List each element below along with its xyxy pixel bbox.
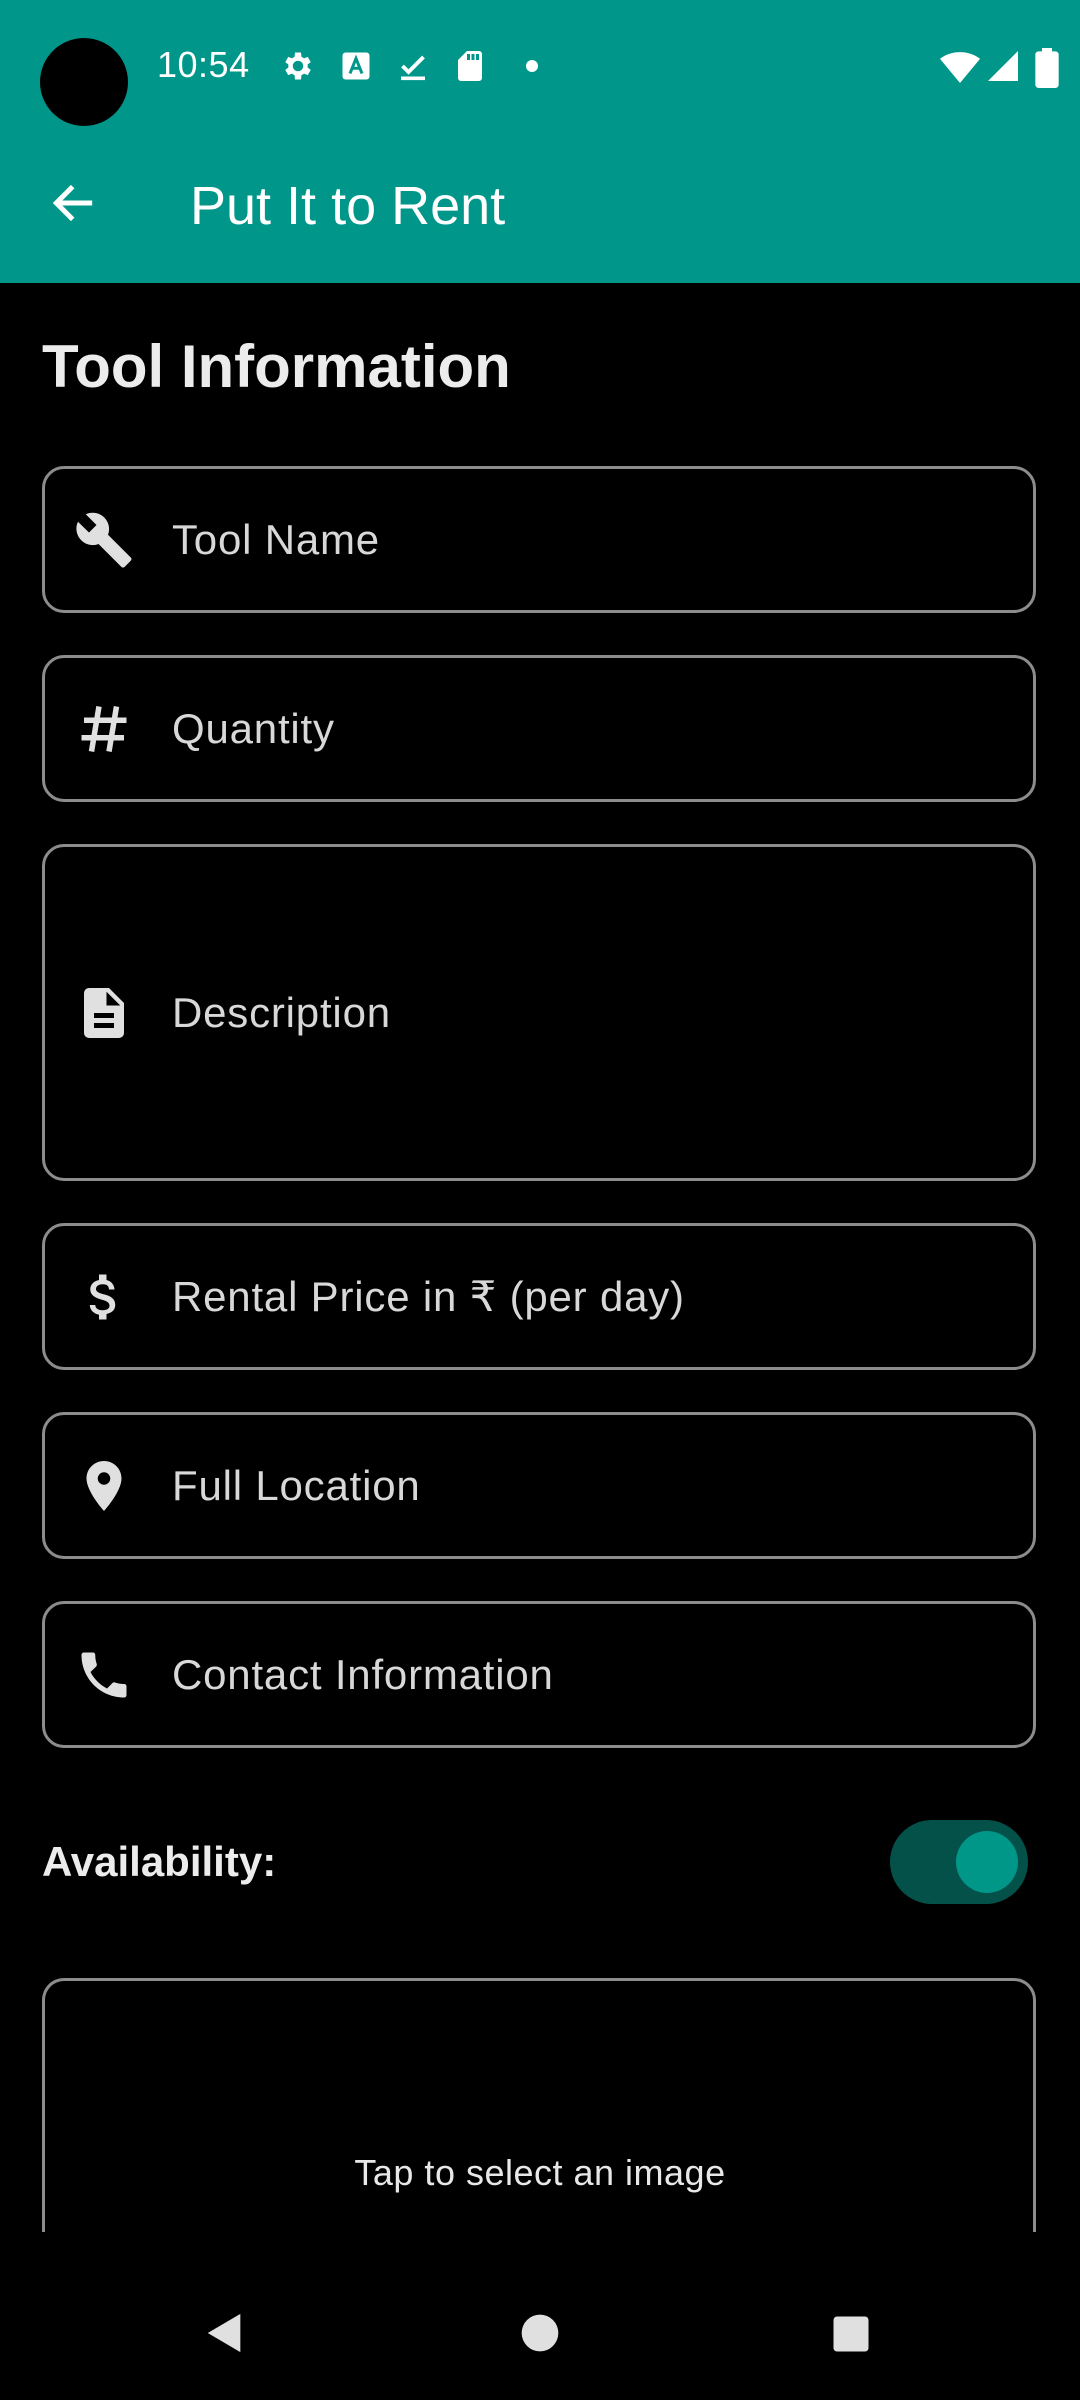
battery-icon <box>1034 48 1060 88</box>
page-title: Put It to Rent <box>190 176 506 236</box>
signal-icon <box>985 48 1021 84</box>
description-field[interactable]: Description <box>42 844 1036 1181</box>
availability-label: Availability: <box>42 1838 277 1885</box>
image-picker[interactable] <box>42 1978 1036 2238</box>
tool-name-label: Tool Name <box>172 515 380 563</box>
location-pin-icon <box>74 1456 134 1516</box>
full-location-field[interactable]: Full Location <box>42 1412 1036 1559</box>
rental-price-label: Rental Price in ₹ (per day) <box>172 1273 685 1320</box>
dot-icon <box>520 48 556 84</box>
nav-back-button[interactable] <box>202 2310 248 2356</box>
toggle-knob <box>956 1831 1018 1893</box>
quantity-label: Quantity <box>172 704 335 752</box>
text-a-icon <box>338 48 374 84</box>
phone-icon <box>74 1645 134 1705</box>
app-bar: 10:54 Put It to Rent <box>0 0 1080 283</box>
rental-price-field[interactable]: Rental Price in ₹ (per day) <box>42 1223 1036 1370</box>
contact-information-label: Contact Information <box>172 1650 554 1698</box>
arrow-back-icon <box>52 184 93 222</box>
nav-home-icon <box>521 2314 559 2352</box>
back-button[interactable] <box>40 170 106 236</box>
availability-toggle[interactable] <box>890 1820 1028 1904</box>
contact-information-field[interactable]: Contact Information <box>42 1601 1036 1748</box>
dollar-icon <box>74 1267 134 1327</box>
quantity-field[interactable]: Quantity <box>42 655 1036 802</box>
wrench-icon <box>74 510 134 570</box>
section-title: Tool Information <box>42 333 511 400</box>
nav-home-button[interactable] <box>518 2310 562 2356</box>
nav-back-icon <box>207 2313 241 2353</box>
settings-icon <box>280 48 316 84</box>
document-icon <box>74 983 134 1043</box>
full-location-label: Full Location <box>172 1461 421 1509</box>
camera-cutout <box>40 38 128 126</box>
sd-card-icon <box>452 48 488 84</box>
status-bar: 10:54 <box>0 0 1080 135</box>
nav-recents-button[interactable] <box>830 2313 872 2355</box>
tool-name-field[interactable]: Tool Name <box>42 466 1036 613</box>
nav-recents-icon <box>833 2316 869 2352</box>
wifi-icon <box>938 48 982 88</box>
image-picker-label: Tap to select an image <box>354 2152 726 2193</box>
status-time: 10:54 <box>157 44 250 85</box>
hash-icon <box>74 699 134 759</box>
description-label: Description <box>172 988 391 1036</box>
download-done-icon <box>395 48 431 84</box>
